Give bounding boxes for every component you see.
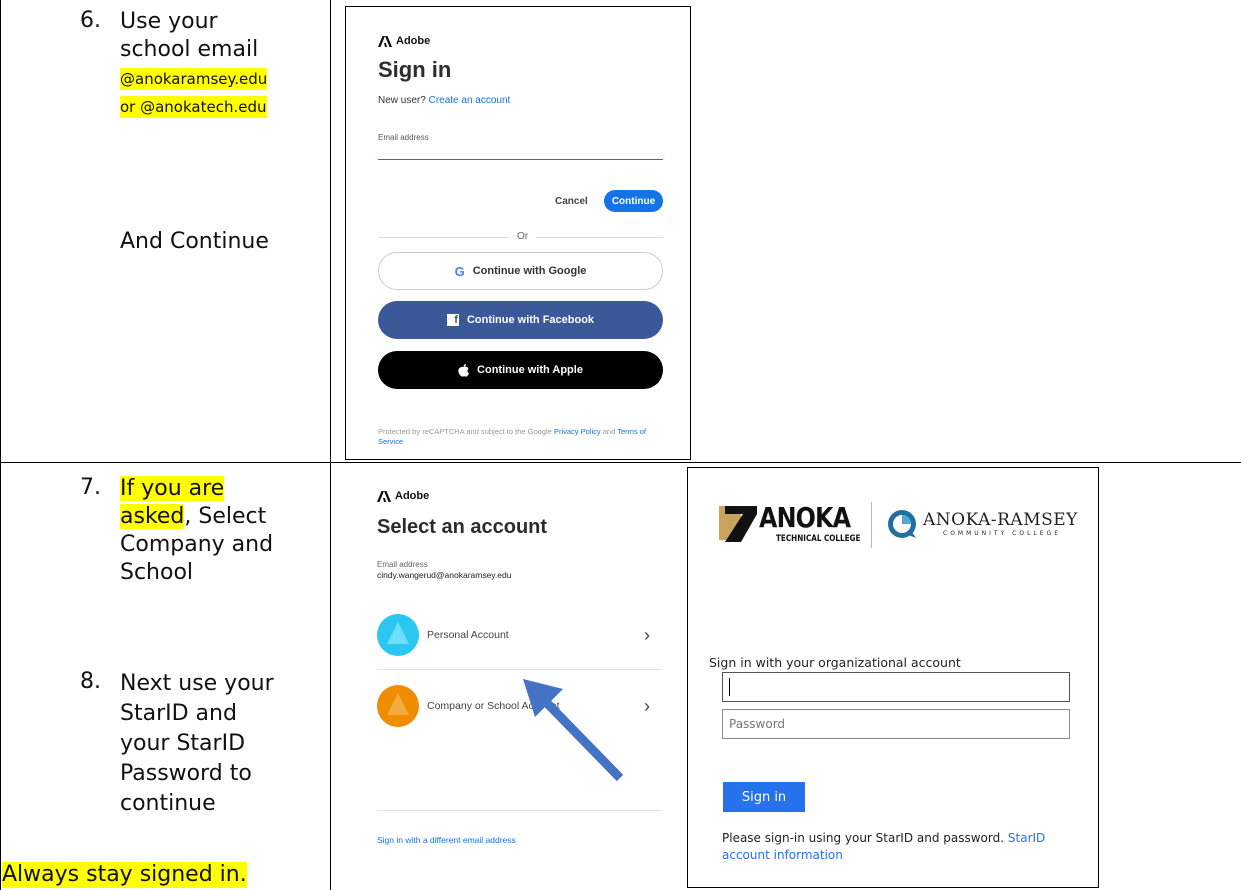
facebook-icon: f bbox=[446, 314, 459, 326]
privacy-policy-link[interactable]: Privacy Policy bbox=[554, 427, 601, 436]
company-account-icon bbox=[377, 685, 419, 727]
bottom-divider bbox=[377, 810, 662, 811]
step-8-line-1: Next use your bbox=[120, 671, 274, 696]
adobe-signin-panel: Adobe Sign in New user? Create an accoun… bbox=[345, 6, 691, 460]
step-7-line-3: Company and bbox=[120, 532, 274, 557]
signin-title: Sign in bbox=[378, 57, 452, 82]
logo-separator bbox=[871, 502, 872, 548]
google-label: Continue with Google bbox=[472, 265, 587, 277]
chevron-right-icon: › bbox=[644, 624, 650, 645]
anoka-tech-logo: ANOKA TECHNICAL COLLEGE bbox=[719, 504, 878, 544]
email-input[interactable] bbox=[378, 143, 663, 160]
table-divider-row bbox=[0, 462, 1241, 463]
step-8-line-4: Password to bbox=[120, 761, 252, 786]
step-8-text: Next use your StarID and your StarID Pas… bbox=[120, 669, 274, 819]
adobe-brand: Adobe bbox=[396, 35, 431, 47]
org-help-text: Please sign-in using your StarID and pas… bbox=[722, 830, 1067, 864]
table-divider-col bbox=[330, 0, 331, 890]
step-6-line-1: Use your bbox=[120, 9, 218, 34]
select-email-value: cindy.wangerud@anokaramsey.edu bbox=[377, 570, 512, 580]
adobe-brand-2: Adobe bbox=[395, 490, 430, 502]
step-7-select: , Select bbox=[184, 504, 267, 529]
or-label: Or bbox=[509, 231, 537, 242]
chevron-right-icon: › bbox=[644, 695, 650, 716]
email-label: Email address bbox=[378, 133, 429, 142]
anoka-ramsey-logo: ANOKA-RAMSEY COMMUNITY COLLEGE bbox=[886, 508, 1078, 540]
google-icon: G bbox=[454, 263, 465, 279]
step-7-number: 7. bbox=[80, 475, 101, 500]
sign-in-button[interactable]: Sign in bbox=[723, 782, 805, 812]
anoka-tech-logo-icon bbox=[719, 506, 757, 542]
step-7-asked: asked bbox=[120, 504, 185, 529]
pointer-arrow-icon bbox=[523, 679, 624, 782]
select-account-title: Select an account bbox=[377, 516, 548, 538]
stay-signed-in-note: Always stay signed in. bbox=[2, 862, 247, 888]
account-divider bbox=[377, 669, 662, 670]
different-email-link[interactable]: Sign in with a different email address bbox=[377, 835, 516, 845]
facebook-button[interactable]: f Continue with Facebook bbox=[378, 301, 663, 339]
anoka-logo-subtext: TECHNICAL COLLEGE bbox=[776, 534, 861, 544]
anoka-logo-text: ANOKA bbox=[759, 501, 851, 534]
recaptcha-text: Protected by reCAPTCHA and subject to th… bbox=[378, 427, 552, 436]
personal-account-option[interactable]: Personal Account › bbox=[377, 613, 662, 657]
apple-icon bbox=[458, 363, 470, 377]
anoka-ramsey-logo-text: ANOKA-RAMSEY bbox=[923, 509, 1078, 530]
adobe-icon bbox=[377, 490, 391, 502]
org-signin-panel: ANOKA TECHNICAL COLLEGE ANOKA-RAMSEY COM… bbox=[687, 467, 1099, 888]
step-8-line-2: StarID and bbox=[120, 701, 237, 726]
step-8-number: 8. bbox=[80, 669, 101, 694]
step-8-line-5: continue bbox=[120, 791, 216, 816]
anoka-ramsey-logo-subtext: COMMUNITY COLLEGE bbox=[943, 529, 1061, 537]
google-button[interactable]: G Continue with Google bbox=[378, 252, 663, 290]
step-6-text: Use your school email @anokaramsey.edu o… bbox=[120, 8, 268, 120]
table-border-left bbox=[0, 0, 1, 890]
recaptcha-notice: Protected by reCAPTCHA and subject to th… bbox=[378, 427, 668, 447]
adobe-select-panel: Adobe Select an account Email address ci… bbox=[345, 468, 675, 888]
step-7-line-4: School bbox=[120, 560, 194, 585]
anoka-ramsey-logo-icon bbox=[888, 510, 916, 538]
password-input[interactable]: Password bbox=[722, 709, 1070, 739]
adobe-logo: Adobe bbox=[378, 35, 430, 47]
personal-account-label: Personal Account bbox=[427, 629, 509, 641]
step-6-number: 6. bbox=[80, 8, 101, 33]
facebook-label: Continue with Facebook bbox=[466, 314, 595, 326]
adobe-icon bbox=[378, 35, 392, 47]
step-7-text: If you are asked, Select Company and Sch… bbox=[120, 475, 273, 587]
help-text: Please sign-in using your StarID and pas… bbox=[722, 831, 1005, 845]
email-domain-2: or @anokatech.edu bbox=[120, 96, 267, 118]
step-8-line-3: your StarID bbox=[120, 731, 246, 756]
email-domain-1: @anokaramsey.edu bbox=[120, 68, 268, 90]
and-continue-text: And Continue bbox=[120, 229, 269, 254]
apple-label: Continue with Apple bbox=[477, 364, 583, 376]
adobe-logo-2: Adobe bbox=[377, 490, 429, 502]
create-account-link[interactable]: Create an account bbox=[429, 95, 511, 106]
new-user-line: New user? Create an account bbox=[378, 95, 510, 106]
username-input[interactable] bbox=[722, 672, 1070, 702]
text-cursor bbox=[729, 678, 730, 696]
and-text: and bbox=[602, 427, 616, 436]
org-signin-heading: Sign in with your organizational account bbox=[709, 655, 961, 670]
step-7-line-1: If you are bbox=[120, 476, 225, 501]
cancel-button[interactable]: Cancel bbox=[555, 196, 588, 207]
select-email-label: Email address bbox=[377, 560, 428, 569]
personal-account-icon bbox=[377, 614, 419, 656]
new-user-label: New user? bbox=[378, 95, 426, 106]
step-6-line-2: school email bbox=[120, 37, 259, 62]
continue-button[interactable]: Continue bbox=[604, 190, 663, 212]
apple-button[interactable]: Continue with Apple bbox=[378, 351, 663, 389]
